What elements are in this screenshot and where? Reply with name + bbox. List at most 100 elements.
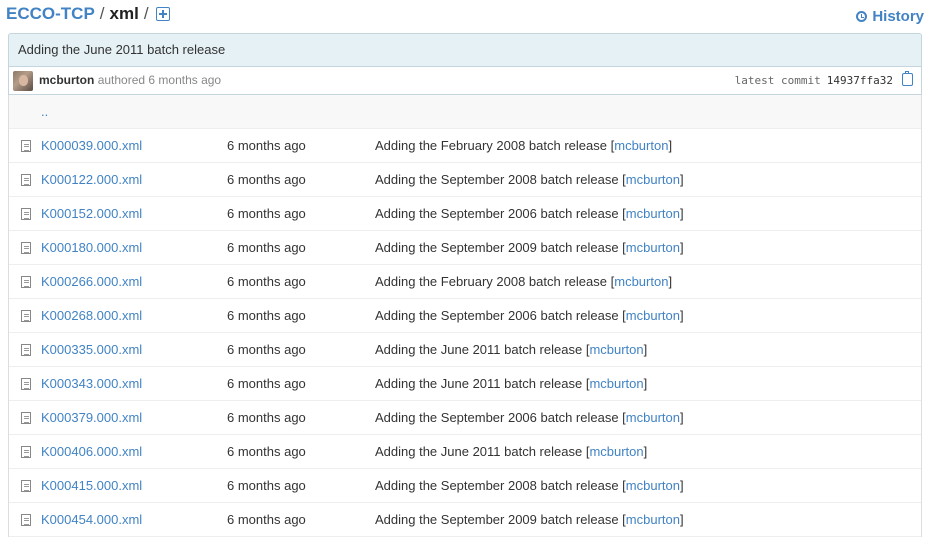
- file-row: K000152.000.xml 6 months ago Adding the Se…: [9, 197, 921, 231]
- latest-commit-box: Adding the June 2011 batch release mcbur…: [8, 33, 922, 95]
- commit-author-link[interactable]: mcburton: [614, 274, 668, 289]
- file-icon: [21, 140, 31, 152]
- parent-directory-link[interactable]: ..: [41, 104, 48, 119]
- file-name-link[interactable]: K000268.000.xml: [41, 308, 142, 323]
- file-row: K000266.000.xml 6 months ago Adding the Fe…: [9, 265, 921, 299]
- file-commit-message: Adding the September 2009 batch release …: [375, 512, 684, 527]
- breadcrumb-repo-link[interactable]: ECCO-TCP: [6, 3, 95, 25]
- file-name-link[interactable]: K000122.000.xml: [41, 172, 142, 187]
- file-age: 6 months ago: [227, 444, 306, 459]
- file-icon: [21, 514, 31, 526]
- file-commit-message: Adding the June 2011 batch release [mcbu…: [375, 342, 648, 357]
- commit-message-text: Adding the September 2009 batch release: [375, 512, 619, 527]
- file-name-link[interactable]: K000379.000.xml: [41, 410, 142, 425]
- file-commit-message: Adding the June 2011 batch release [mcbu…: [375, 444, 648, 459]
- commit-message-text: Adding the June 2011 batch release: [375, 444, 583, 459]
- breadcrumb-current-folder: xml: [109, 4, 139, 23]
- commit-author-link[interactable]: mcburton: [589, 342, 643, 357]
- file-row: K000039.000.xml 6 months ago Adding the Fe…: [9, 129, 921, 163]
- file-commit-message: Adding the September 2006 batch release …: [375, 308, 684, 323]
- history-link[interactable]: History: [856, 8, 924, 25]
- file-name-link[interactable]: K000335.000.xml: [41, 342, 142, 357]
- file-age: 6 months ago: [227, 342, 306, 357]
- file-age: 6 months ago: [227, 512, 306, 527]
- file-age: 6 months ago: [227, 308, 306, 323]
- file-row: K000343.000.xml 6 months ago Adding the Ju…: [9, 367, 921, 401]
- file-name-link[interactable]: K000415.000.xml: [41, 478, 142, 493]
- commit-author-link[interactable]: mcburton: [626, 172, 680, 187]
- file-age: 6 months ago: [227, 410, 306, 425]
- commit-author-info: mcburton authored 6 months ago: [39, 73, 221, 87]
- commit-author-link[interactable]: mcburton: [626, 308, 680, 323]
- commit-author-link[interactable]: mcburton: [39, 73, 94, 87]
- commit-message-text: Adding the June 2011 batch release: [375, 342, 583, 357]
- file-row: K000379.000.xml 6 months ago Adding the Se…: [9, 401, 921, 435]
- file-commit-message: Adding the June 2011 batch release [mcbu…: [375, 376, 648, 391]
- commit-author-link[interactable]: mcburton: [626, 410, 680, 425]
- commit-author-link[interactable]: mcburton: [589, 376, 643, 391]
- commit-meta: mcburton authored 6 months ago latest co…: [9, 67, 921, 94]
- file-commit-message: Adding the September 2006 batch release …: [375, 206, 684, 221]
- file-row: K000180.000.xml 6 months ago Adding the Se…: [9, 231, 921, 265]
- commit-message-text: Adding the September 2006 batch release: [375, 308, 619, 323]
- commit-message-text: Adding the February 2008 batch release: [375, 138, 607, 153]
- file-row: K000454.000.xml 6 months ago Adding the Se…: [9, 503, 921, 537]
- file-name-link[interactable]: K000406.000.xml: [41, 444, 142, 459]
- file-row: K000406.000.xml 6 months ago Adding the Ju…: [9, 435, 921, 469]
- clock-icon: [856, 11, 868, 22]
- file-icon: [21, 276, 31, 288]
- new-file-icon[interactable]: [155, 7, 170, 21]
- file-icon: [21, 310, 31, 322]
- avatar[interactable]: [13, 71, 33, 91]
- commit-author-link[interactable]: mcburton: [626, 512, 680, 527]
- authored-time: authored 6 months ago: [97, 73, 222, 87]
- file-row: K000335.000.xml 6 months ago Adding the Ju…: [9, 333, 921, 367]
- parent-directory-row: ..: [9, 95, 921, 129]
- file-commit-message: Adding the February 2008 batch release […: [375, 274, 673, 289]
- file-age: 6 months ago: [227, 240, 306, 255]
- breadcrumb-separator: /: [99, 4, 105, 23]
- commit-author-link[interactable]: mcburton: [626, 240, 680, 255]
- commit-sha-link[interactable]: 14937ffa32: [827, 74, 893, 87]
- commit-message-text: Adding the September 2008 batch release: [375, 478, 619, 493]
- file-icon: [21, 412, 31, 424]
- file-commit-message: Adding the September 2008 batch release …: [375, 478, 684, 493]
- commit-author-link[interactable]: mcburton: [626, 206, 680, 221]
- latest-commit-label: latest commit: [734, 74, 821, 87]
- file-name-link[interactable]: K000343.000.xml: [41, 376, 142, 391]
- file-icon: [21, 446, 31, 458]
- commit-message-text: Adding the September 2008 batch release: [375, 172, 619, 187]
- file-commit-message: Adding the February 2008 batch release […: [375, 138, 673, 153]
- file-age: 6 months ago: [227, 206, 306, 221]
- file-age: 6 months ago: [227, 172, 306, 187]
- file-row: K000415.000.xml 6 months ago Adding the Se…: [9, 469, 921, 503]
- commit-message: Adding the June 2011 batch release: [9, 34, 921, 67]
- file-name-link[interactable]: K000266.000.xml: [41, 274, 142, 289]
- file-icon: [21, 378, 31, 390]
- commit-author-link[interactable]: mcburton: [589, 444, 643, 459]
- file-name-link[interactable]: K000454.000.xml: [41, 512, 142, 527]
- commit-author-link[interactable]: mcburton: [614, 138, 668, 153]
- history-label: History: [872, 8, 924, 25]
- commit-message-text: Adding the June 2011 batch release: [375, 376, 583, 391]
- commit-message-text: Adding the September 2006 batch release: [375, 410, 619, 425]
- file-commit-message: Adding the September 2009 batch release …: [375, 240, 684, 255]
- file-row: K000268.000.xml 6 months ago Adding the Se…: [9, 299, 921, 333]
- file-age: 6 months ago: [227, 478, 306, 493]
- file-age: 6 months ago: [227, 376, 306, 391]
- repo-header: ECCO-TCP / xml / History: [0, 0, 928, 32]
- file-name-link[interactable]: K000152.000.xml: [41, 206, 142, 221]
- clipboard-icon[interactable]: [902, 71, 913, 86]
- latest-commit-info: latest commit 14937ffa32: [735, 74, 893, 87]
- file-name-link[interactable]: K000039.000.xml: [41, 138, 142, 153]
- breadcrumb-separator: /: [143, 4, 149, 23]
- file-icon: [21, 344, 31, 356]
- file-age: 6 months ago: [227, 274, 306, 289]
- commit-message-text: Adding the September 2009 batch release: [375, 240, 619, 255]
- commit-message-text: Adding the February 2008 batch release: [375, 274, 607, 289]
- file-name-link[interactable]: K000180.000.xml: [41, 240, 142, 255]
- commit-author-link[interactable]: mcburton: [626, 478, 680, 493]
- breadcrumb: ECCO-TCP / xml /: [6, 3, 170, 25]
- file-icon: [21, 480, 31, 492]
- file-commit-message: Adding the September 2008 batch release …: [375, 172, 684, 187]
